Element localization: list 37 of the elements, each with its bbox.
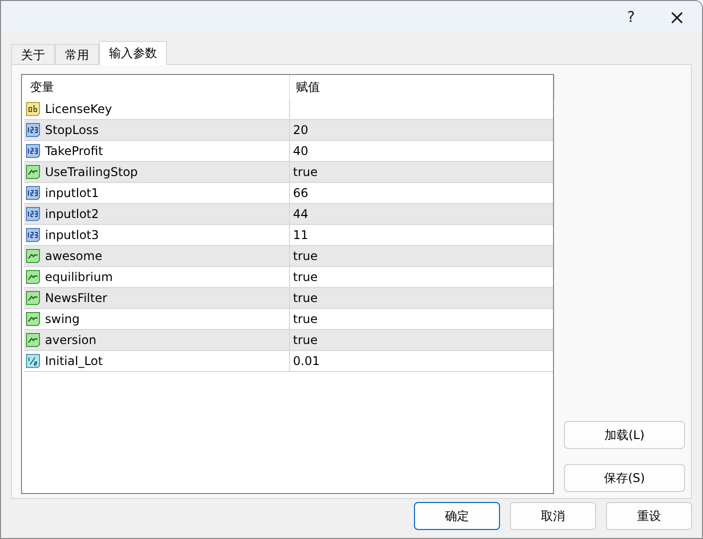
side-button[interactable]: 保存(S) [564, 464, 685, 492]
parameter-value: 40 [293, 144, 308, 158]
parameter-name: inputlot1 [45, 186, 99, 200]
parameter-value: 0.01 [293, 354, 320, 368]
parameter-value: true [293, 312, 318, 326]
tab[interactable]: 输入参数 [99, 41, 167, 65]
parameter-value: true [293, 249, 318, 263]
parameter-value: true [293, 333, 318, 347]
help-button[interactable]: ? [608, 1, 654, 32]
parameter-name: Initial_Lot [45, 354, 103, 368]
parameter-name: swing [45, 312, 80, 326]
parameter-value: 66 [293, 186, 308, 200]
parameter-name: StopLoss [45, 123, 99, 137]
dialog-button[interactable]: 重设 [606, 502, 692, 530]
parameter-name: inputlot3 [45, 228, 99, 242]
parameter-name: LicenseKey [45, 102, 112, 116]
parameter-value: true [293, 291, 318, 305]
close-button[interactable]: × [654, 1, 700, 32]
parameter-name: NewsFilter [45, 291, 108, 305]
dialog-button[interactable]: 确定 [414, 502, 500, 530]
parameter-name: TakeProfit [45, 144, 103, 158]
tab[interactable]: 关于 [11, 44, 55, 65]
column-header[interactable]: 赋值 [290, 75, 555, 99]
parameter-name: aversion [45, 333, 96, 347]
side-button[interactable]: 加载(L) [564, 421, 685, 449]
parameter-name: inputlot2 [45, 207, 99, 221]
column-header[interactable]: 变量 [24, 75, 290, 99]
parameter-value: true [293, 165, 318, 179]
parameter-value: 44 [293, 207, 308, 221]
parameter-value: 20 [293, 123, 308, 137]
dialog-button[interactable]: 取消 [510, 502, 596, 530]
parameter-name: UseTrailingStop [45, 165, 138, 179]
parameter-name: equilibrium [45, 270, 113, 284]
tab[interactable]: 常用 [55, 44, 99, 65]
parameter-value: 11 [293, 228, 308, 242]
parameter-value: true [293, 270, 318, 284]
parameter-name: awesome [45, 249, 102, 263]
